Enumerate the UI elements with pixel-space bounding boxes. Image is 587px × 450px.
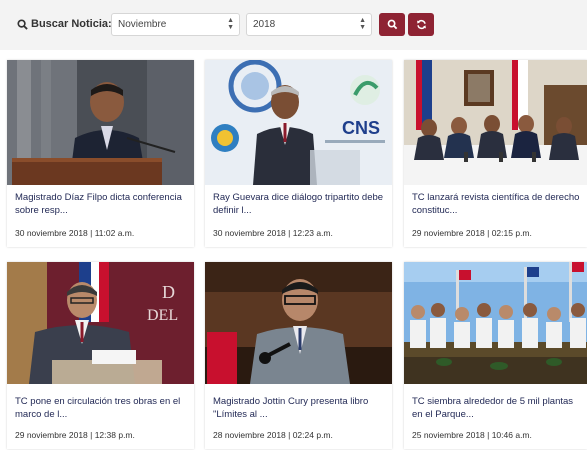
news-date: 29 noviembre 2018 | 02:15 p.m.	[412, 228, 532, 238]
news-photo[interactable]	[7, 60, 194, 185]
news-title[interactable]: Ray Guevara dice diálogo tripartito debe…	[213, 192, 385, 217]
news-photo[interactable]: CNS	[205, 60, 392, 185]
news-photo[interactable]	[205, 262, 392, 384]
news-filter-bar: Buscar Noticia: Noviembre ▲ ▼ 2018 ▲ ▼	[0, 0, 587, 50]
news-card[interactable]: D DEL TC pone en circulación tres obras …	[7, 262, 194, 449]
news-date: 29 noviembre 2018 | 12:38 p.m.	[15, 430, 135, 440]
search-icon	[387, 19, 397, 30]
search-button[interactable]	[379, 13, 405, 36]
select-arrows-icon: ▲ ▼	[359, 17, 366, 31]
news-title[interactable]: TC pone en circulación tres obras en el …	[15, 396, 187, 421]
select-arrows-icon: ▲ ▼	[227, 17, 234, 31]
news-photo[interactable]: D DEL	[7, 262, 194, 384]
news-card[interactable]: Magistrado Díaz Filpo dicta conferencia …	[7, 60, 194, 247]
month-select[interactable]: Noviembre ▲ ▼	[111, 13, 240, 36]
reset-button[interactable]	[408, 13, 434, 36]
news-date: 30 noviembre 2018 | 11:02 a.m.	[15, 228, 135, 238]
banner-letters: DEL	[147, 307, 178, 324]
search-icon	[17, 18, 28, 30]
search-label: Buscar Noticia:	[17, 18, 112, 30]
cns-logo-text: CNS	[342, 118, 380, 138]
news-date: 28 noviembre 2018 | 02:24 p.m.	[213, 430, 333, 440]
news-title[interactable]: Magistrado Jottin Cury presenta libro "L…	[213, 396, 385, 421]
year-select[interactable]: 2018 ▲ ▼	[246, 13, 372, 36]
news-title[interactable]: TC lanzará revista científica de derecho…	[412, 192, 584, 217]
news-title[interactable]: Magistrado Díaz Filpo dicta conferencia …	[15, 192, 187, 217]
news-card[interactable]: Magistrado Jottin Cury presenta libro "L…	[205, 262, 392, 449]
news-card[interactable]: CNS Ray Guevara dice diálogo tripartito …	[205, 60, 392, 247]
news-photo[interactable]	[404, 262, 587, 384]
news-card[interactable]: TC siembra alrededor de 5 mil plantas en…	[404, 262, 587, 449]
refresh-icon	[416, 19, 426, 30]
news-card[interactable]: TC lanzará revista científica de derecho…	[404, 60, 587, 247]
news-date: 25 noviembre 2018 | 10:46 a.m.	[412, 430, 532, 440]
news-title[interactable]: TC siembra alrededor de 5 mil plantas en…	[412, 396, 584, 421]
news-date: 30 noviembre 2018 | 12:23 a.m.	[213, 228, 333, 238]
news-photo[interactable]	[404, 60, 587, 185]
banner-letter: D	[162, 282, 175, 302]
